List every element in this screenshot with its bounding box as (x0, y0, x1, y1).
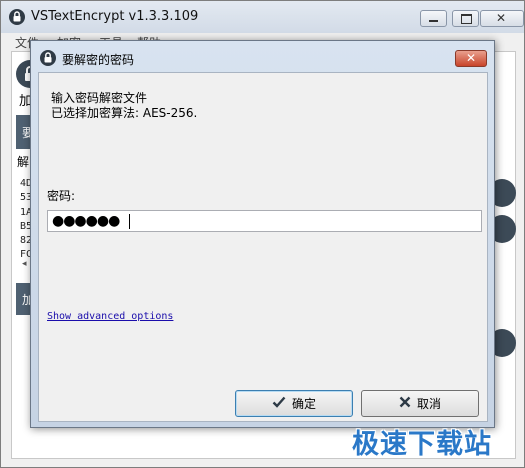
scroll-left-arrow[interactable]: ◂ (22, 259, 27, 269)
ok-button[interactable]: 确定 (235, 390, 353, 417)
show-advanced-options-link[interactable]: Show advanced options (47, 311, 173, 322)
password-input[interactable]: ●●●●●● (47, 210, 482, 232)
minimize-button[interactable] (420, 10, 447, 27)
close-icon: ✕ (465, 51, 477, 65)
algorithm-info: 已选择加密算法: AES-256. (51, 106, 198, 120)
password-value: ●●●●●● (52, 213, 120, 229)
ok-button-label: 确定 (291, 397, 316, 411)
x-icon (399, 396, 411, 411)
decrypt-label-fragment: 解 (17, 155, 30, 169)
main-close-button[interactable]: ✕ (480, 10, 524, 27)
window-title: VSTextEncrypt v1.3.3.109 (31, 9, 199, 24)
checkmark-icon (272, 396, 286, 411)
watermark-text: 极速下载站 (352, 429, 492, 460)
password-dialog: 要解密的密码 ✕ 输入密码解密文件 已选择加密算法: AES-256. 密码: … (30, 40, 495, 428)
dialog-close-button[interactable]: ✕ (455, 50, 487, 67)
dialog-lock-icon (40, 49, 56, 67)
main-titlebar[interactable]: VSTextEncrypt v1.3.3.109 ✕ (1, 1, 524, 33)
app-lock-icon (9, 8, 25, 26)
cancel-button[interactable]: 取消 (361, 390, 479, 417)
maximize-icon (461, 14, 472, 24)
maximize-button[interactable] (452, 10, 479, 27)
cancel-button-label: 取消 (416, 397, 441, 411)
dialog-title: 要解密的密码 (62, 53, 135, 67)
password-label: 密码: (47, 189, 76, 203)
dialog-body: 输入密码解密文件 已选择加密算法: AES-256. 密码: ●●●●●● Sh… (38, 72, 488, 422)
close-icon: ✕ (496, 11, 507, 25)
minimize-icon (429, 20, 438, 22)
text-caret (129, 214, 130, 229)
